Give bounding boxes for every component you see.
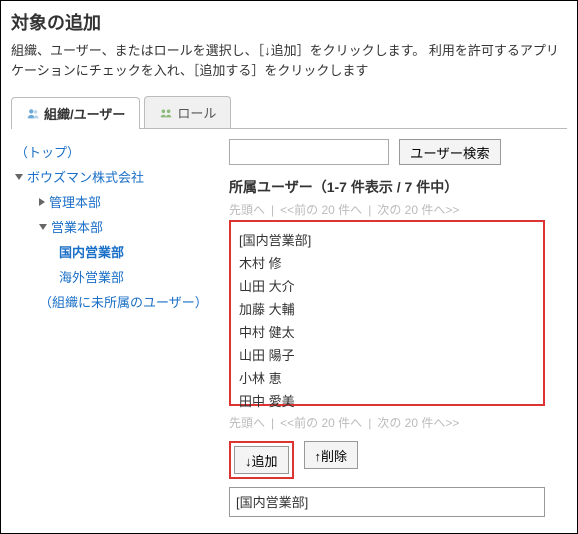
chevron-right-icon[interactable] — [39, 198, 45, 206]
tree-overseas[interactable]: 海外営業部 — [59, 267, 124, 286]
pager-prev[interactable]: <<前の 20 件へ — [280, 416, 362, 430]
pager-bottom: 先頭へ|<<前の 20 件へ|次の 20 件へ>> — [229, 414, 569, 431]
tree-admin[interactable]: 管理本部 — [49, 192, 101, 211]
list-item[interactable]: [国内営業部] — [239, 228, 535, 251]
tab-org-user[interactable]: 組織/ユーザー — [11, 97, 140, 129]
list-item[interactable]: [国内営業部] — [236, 492, 538, 511]
pager-next[interactable]: 次の 20 件へ>> — [377, 416, 459, 430]
search-button[interactable]: ユーザー検索 — [399, 139, 501, 165]
page-description: 組織、ユーザー、またはロールを選択し、［↓追加］をクリックします。 利用を許可す… — [11, 41, 567, 80]
tab-org-user-label: 組織/ユーザー — [44, 104, 125, 123]
tab-role-label: ロール — [177, 103, 216, 122]
search-input[interactable] — [229, 139, 389, 165]
users-icon — [26, 107, 40, 121]
add-button-highlight: ↓追加 — [229, 441, 294, 479]
pager-first[interactable]: 先頭へ — [229, 416, 265, 430]
pager-next[interactable]: 次の 20 件へ>> — [377, 203, 459, 217]
list-item[interactable]: 山田 陽子 — [239, 343, 535, 366]
list-item[interactable]: 山田 大介 — [239, 274, 535, 297]
list-item[interactable]: 田中 愛美 — [239, 389, 535, 412]
tree-unassigned[interactable]: （組織に未所属のユーザー） — [39, 295, 208, 310]
tree-domestic[interactable]: 国内営業部 — [59, 242, 124, 261]
chevron-down-icon[interactable] — [15, 174, 23, 180]
tab-role[interactable]: ロール — [144, 96, 231, 128]
list-item[interactable]: 加藤 大輔 — [239, 297, 535, 320]
user-list-title: 所属ユーザー（1-7 件表示 / 7 件中） — [229, 177, 569, 197]
tabs: 組織/ユーザー ロール — [11, 96, 567, 129]
tree-top[interactable]: （トップ） — [15, 142, 80, 161]
pager-top: 先頭へ|<<前の 20 件へ|次の 20 件へ>> — [229, 201, 569, 218]
list-item[interactable]: 中村 健太 — [239, 320, 535, 343]
pager-first[interactable]: 先頭へ — [229, 203, 265, 217]
pager-prev[interactable]: <<前の 20 件へ — [280, 203, 362, 217]
tree-org[interactable]: ボウズマン株式会社 — [27, 167, 144, 186]
org-tree: （トップ） ボウズマン株式会社 管理本部 営業本部 国内営業部 海外営業部 （組… — [11, 139, 221, 314]
remove-button[interactable]: ↑削除 — [304, 441, 359, 469]
role-icon — [159, 106, 173, 120]
page-title: 対象の追加 — [11, 9, 567, 35]
list-item[interactable]: 木村 修 — [239, 251, 535, 274]
selected-list[interactable]: [国内営業部] — [229, 487, 545, 517]
list-item[interactable]: 小林 恵 — [239, 366, 535, 389]
chevron-down-icon[interactable] — [39, 224, 47, 230]
tree-sales[interactable]: 営業本部 — [51, 217, 103, 236]
add-button[interactable]: ↓追加 — [234, 446, 289, 474]
user-list[interactable]: [国内営業部] 木村 修 山田 大介 加藤 大輔 中村 健太 山田 陽子 小林 … — [229, 220, 545, 406]
